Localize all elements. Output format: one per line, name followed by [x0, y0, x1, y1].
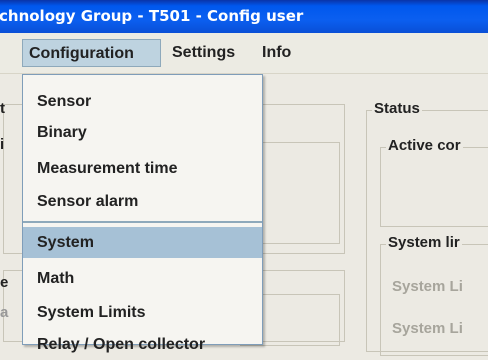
- left-edge-char-3: e: [0, 274, 9, 291]
- active-config-box: [380, 147, 488, 227]
- menu-settings[interactable]: Settings: [166, 39, 241, 67]
- left-edge-char-2: i: [0, 136, 5, 153]
- menu-item-binary[interactable]: Binary: [23, 117, 262, 148]
- system-limits-legend: System lir: [386, 234, 462, 251]
- menu-item-sensor[interactable]: Sensor: [23, 86, 262, 117]
- menu-configuration[interactable]: Configuration: [22, 39, 161, 67]
- left-edge-char-4: a: [0, 304, 9, 321]
- menu-item-system[interactable]: System: [23, 227, 262, 258]
- menu-separator: [23, 221, 262, 223]
- menu-item-sensor-alarm[interactable]: Sensor alarm: [23, 186, 262, 217]
- window-titlebar: chnology Group - T501 - Config user: [0, 0, 488, 33]
- status-legend: Status: [372, 100, 422, 117]
- menu-bar: Configuration Settings Info: [0, 33, 488, 74]
- menu-item-measurement-time[interactable]: Measurement time: [23, 153, 262, 184]
- system-limit-field-1: System Li: [390, 278, 465, 295]
- window-title: chnology Group - T501 - Config user: [0, 7, 304, 25]
- active-config-legend: Active cor: [386, 137, 463, 154]
- menu-item-system-limits[interactable]: System Limits: [23, 297, 262, 328]
- system-limits-box: [380, 244, 488, 356]
- configuration-dropdown-menu: Sensor Binary Measurement time Sensor al…: [22, 74, 263, 353]
- system-limit-field-2: System Li: [390, 320, 465, 337]
- menu-item-math[interactable]: Math: [23, 263, 262, 294]
- menu-info[interactable]: Info: [256, 39, 297, 67]
- left-edge-char-1: t: [0, 100, 5, 117]
